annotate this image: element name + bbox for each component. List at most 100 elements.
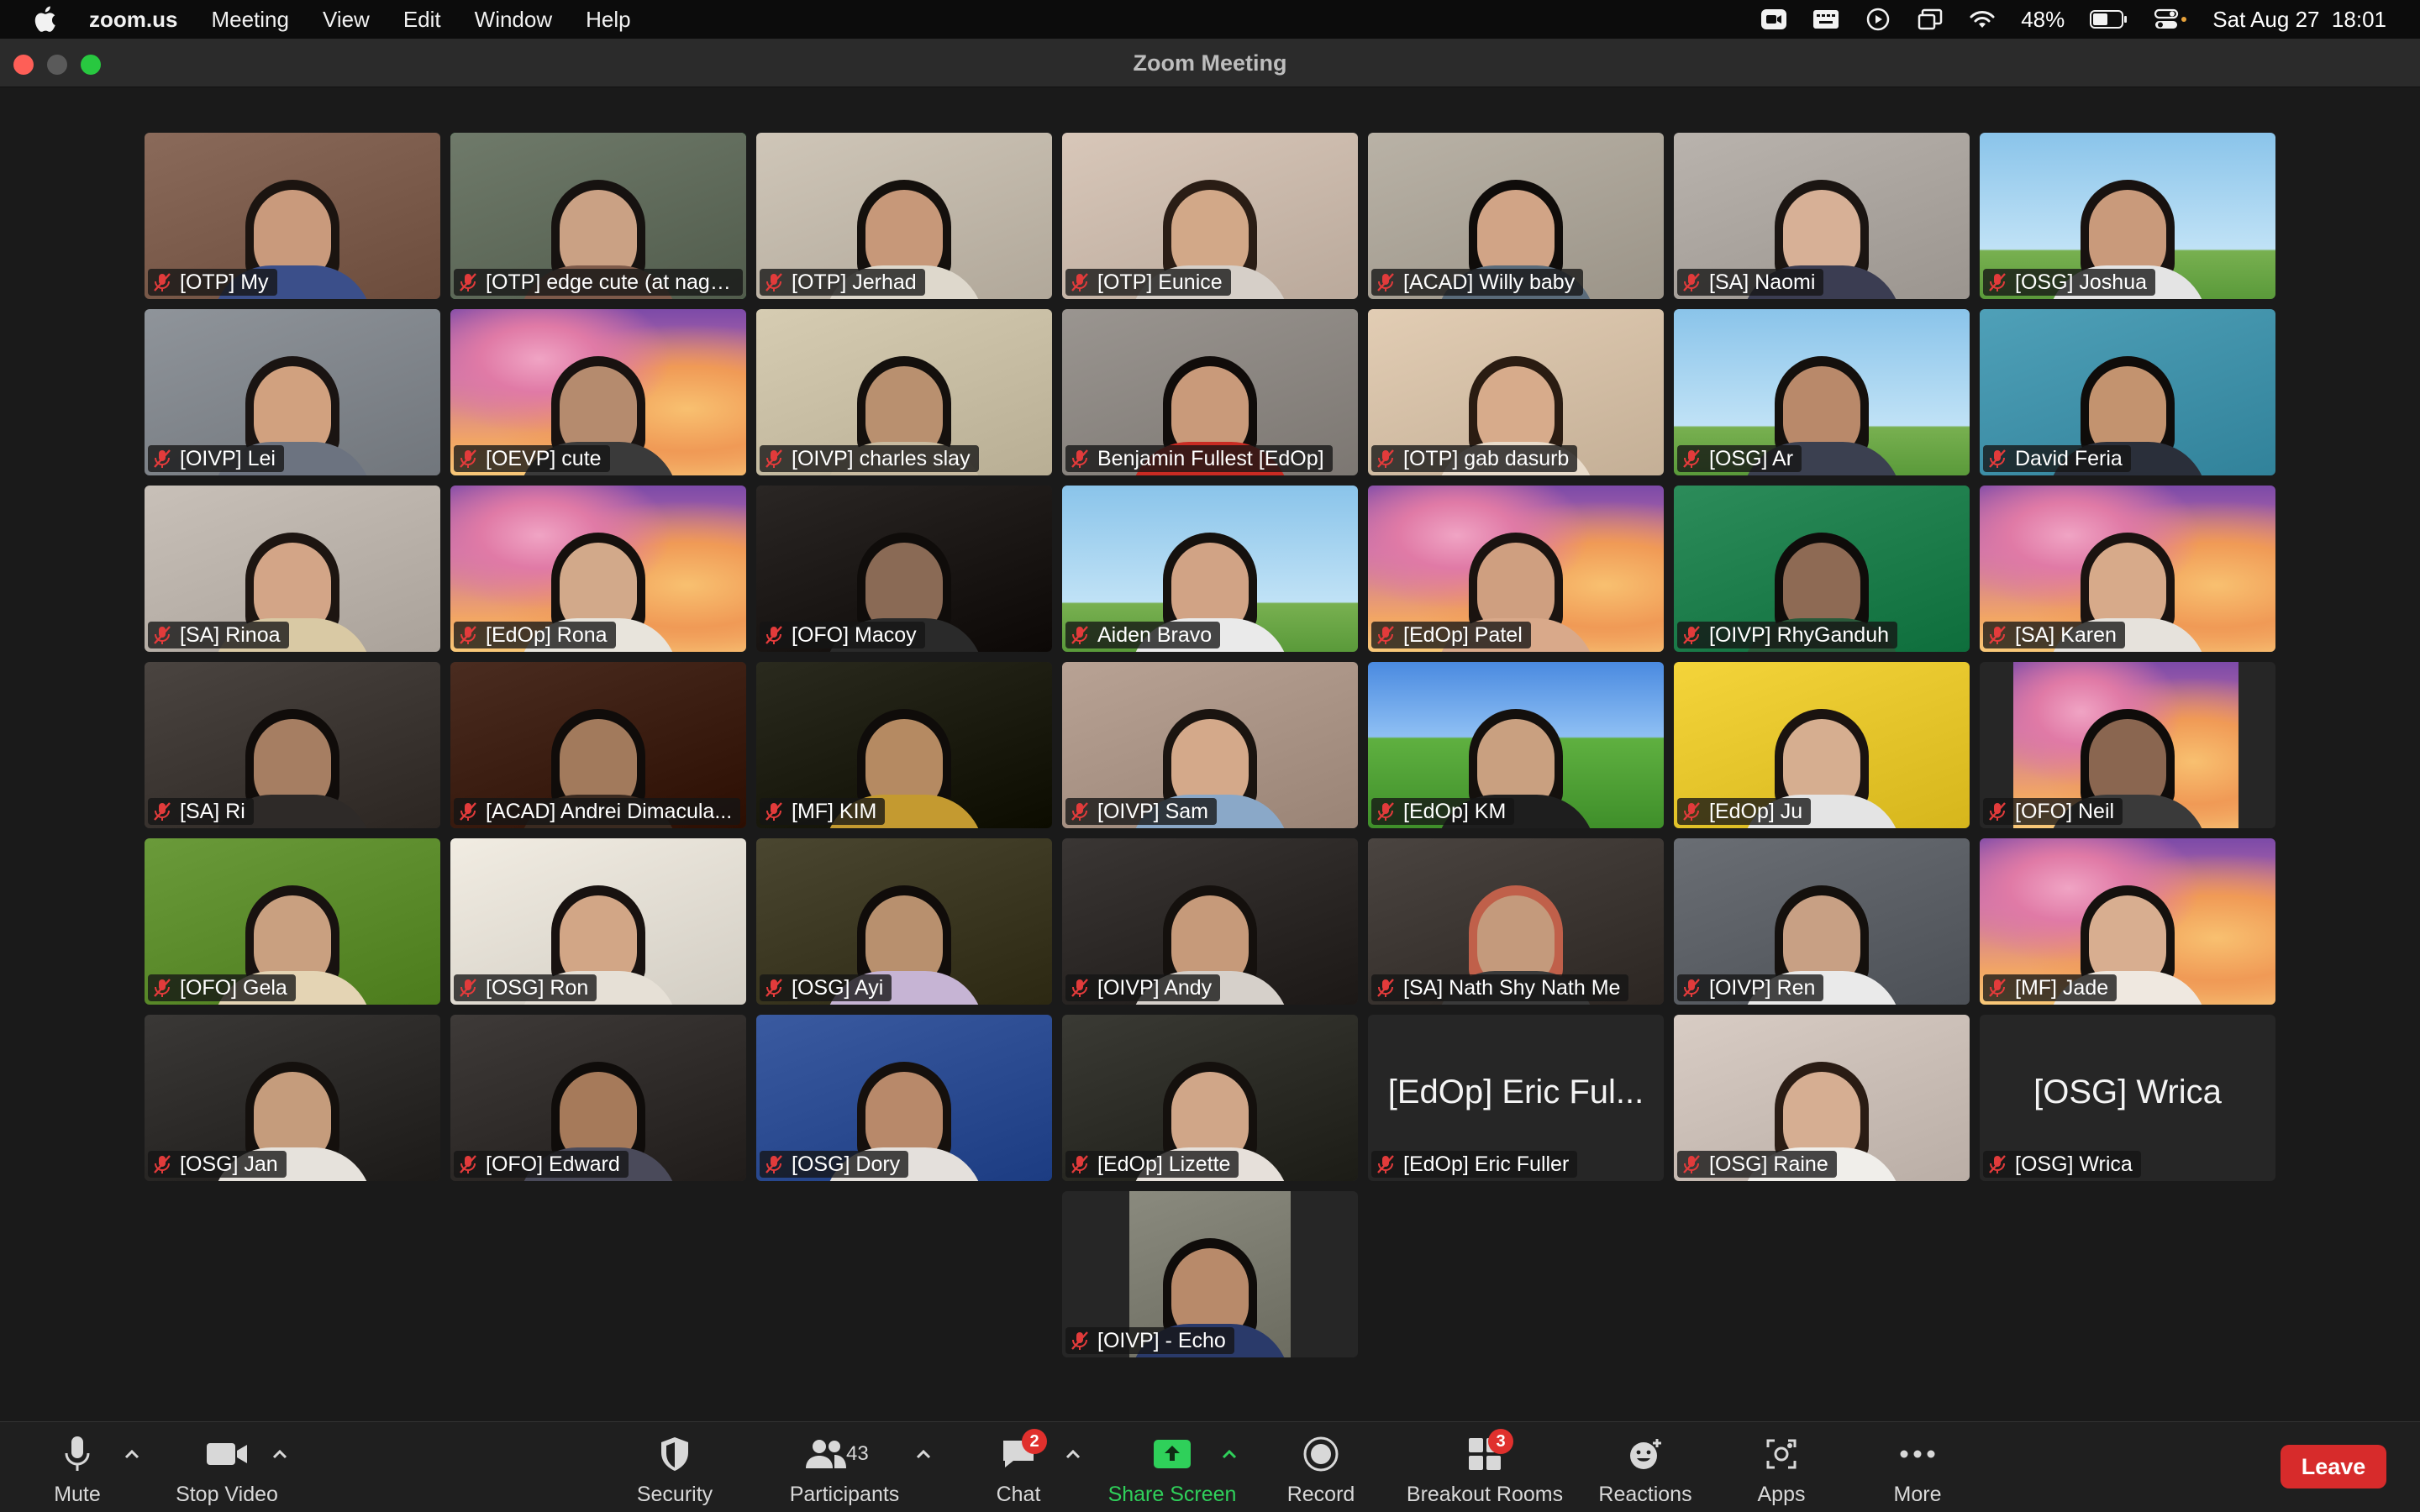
participant-tile[interactable]: [OSG] Joshua — [1980, 133, 2275, 299]
participants-options-chevron-icon[interactable] — [914, 1447, 933, 1461]
share-screen-button[interactable]: Share Screen — [1101, 1422, 1244, 1512]
participant-tile[interactable]: [SA] Karen — [1980, 486, 2275, 652]
participant-tile[interactable]: [SA] Naomi — [1674, 133, 1970, 299]
share-options-chevron-icon[interactable] — [1220, 1447, 1239, 1461]
participant-tile[interactable]: [MF] KIM — [756, 662, 1052, 828]
menu-edit[interactable]: Edit — [403, 7, 441, 33]
participant-name: [ACAD] Willy baby — [1403, 270, 1576, 294]
muted-microphone-icon — [765, 272, 783, 292]
participant-tile[interactable]: [OTP] Jerhad — [756, 133, 1052, 299]
participant-name: [OFO] Macoy — [792, 622, 917, 647]
muted-microphone-icon — [765, 1154, 783, 1174]
participant-tile[interactable]: [OSG] Raine — [1674, 1015, 1970, 1181]
security-button[interactable]: Security — [629, 1422, 721, 1512]
record-button[interactable]: Record — [1277, 1422, 1365, 1512]
leave-meeting-button[interactable]: Leave — [2281, 1445, 2386, 1488]
participant-tile[interactable]: [ACAD] Andrei Dimacula... — [450, 662, 746, 828]
participant-tile[interactable]: [EdOp] Patel — [1368, 486, 1664, 652]
media-play-icon[interactable] — [1865, 8, 1891, 31]
participant-tile[interactable]: [OSG] Ayi — [756, 838, 1052, 1005]
participant-tile[interactable]: [OIVP] Lei — [145, 309, 440, 475]
participant-tile[interactable]: Benjamin Fullest [EdOp] — [1062, 309, 1358, 475]
chat-label: Chat — [996, 1483, 1041, 1506]
control-center-icon[interactable] — [2154, 8, 2187, 31]
video-options-chevron-icon[interactable] — [271, 1447, 289, 1461]
participant-tile[interactable]: [OTP] edge cute (at nagha... — [450, 133, 746, 299]
participant-tile[interactable]: Aiden Bravo — [1062, 486, 1358, 652]
participant-tile[interactable]: [OSG] Wrica [OSG] Wrica — [1980, 1015, 2275, 1181]
participant-name-label: [SA] Naomi — [1677, 269, 1824, 296]
participant-tile[interactable]: [OIVP] charles slay — [756, 309, 1052, 475]
participant-tile[interactable]: [OIVP] Sam — [1062, 662, 1358, 828]
participant-name-label: [ACAD] Andrei Dimacula... — [454, 798, 741, 825]
participant-name-label: [OSG] Ayi — [760, 974, 892, 1001]
participant-tile[interactable]: [OFO] Gela — [145, 838, 440, 1005]
breakout-rooms-button[interactable]: 3 Breakout Rooms — [1403, 1422, 1566, 1512]
participant-tile[interactable]: David Feria — [1980, 309, 2275, 475]
apps-button[interactable]: Apps — [1748, 1422, 1815, 1512]
reactions-button[interactable]: Reactions — [1597, 1422, 1694, 1512]
participant-tile[interactable]: [OSG] Ar — [1674, 309, 1970, 475]
participant-tile[interactable]: [OTP] Eunice — [1062, 133, 1358, 299]
participant-name: [SA] Nath Shy Nath Me — [1403, 975, 1621, 1000]
menu-window[interactable]: Window — [475, 7, 552, 33]
participant-tile[interactable]: [MF] Jade — [1980, 838, 2275, 1005]
menu-help[interactable]: Help — [586, 7, 630, 33]
participants-count: 43 — [846, 1442, 869, 1465]
participant-tile[interactable]: [OFO] Edward — [450, 1015, 746, 1181]
menubar-clock[interactable]: Sat Aug 27 18:01 — [2212, 7, 2386, 33]
participant-tile[interactable]: [OSG] Ron — [450, 838, 746, 1005]
participant-tile[interactable]: [EdOp] Eric Ful... [EdOp] Eric Fuller — [1368, 1015, 1664, 1181]
battery-icon[interactable] — [2090, 8, 2128, 31]
security-label: Security — [636, 1483, 713, 1506]
participant-name: [OSG] Ar — [1709, 446, 1794, 470]
participant-tile[interactable]: [OIVP] - Echo — [1062, 1191, 1358, 1357]
participant-tile[interactable]: [OIVP] RhyGanduh — [1674, 486, 1970, 652]
participants-button[interactable]: 43 Participants — [781, 1422, 908, 1512]
participant-name-label: [EdOp] Lizette — [1065, 1151, 1239, 1178]
participant-tile[interactable]: [OIVP] Andy — [1062, 838, 1358, 1005]
wifi-icon[interactable] — [1969, 8, 1996, 31]
screen-mirroring-icon[interactable] — [1917, 8, 1944, 31]
muted-microphone-icon — [765, 801, 783, 822]
participant-tile[interactable]: [OEVP] cute — [450, 309, 746, 475]
participant-name-label: [OIVP] Ren — [1677, 974, 1824, 1001]
participant-tile[interactable]: [OIVP] Ren — [1674, 838, 1970, 1005]
participant-name: [OSG] Jan — [180, 1152, 278, 1176]
participant-tile[interactable]: [OSG] Jan — [145, 1015, 440, 1181]
apps-label: Apps — [1757, 1483, 1806, 1506]
participant-tile[interactable]: [OFO] Macoy — [756, 486, 1052, 652]
chat-options-chevron-icon[interactable] — [1064, 1447, 1082, 1461]
participant-tile[interactable]: [OTP] gab dasurb — [1368, 309, 1664, 475]
participant-name: David Feria — [2015, 446, 2123, 470]
stop-video-label: Stop Video — [176, 1483, 278, 1506]
participant-tile[interactable]: [EdOp] Ju — [1674, 662, 1970, 828]
participant-tile[interactable]: [EdOp] Rona — [450, 486, 746, 652]
stop-video-button[interactable]: Stop Video — [168, 1422, 286, 1512]
audio-options-chevron-icon[interactable] — [123, 1447, 141, 1461]
participant-tile[interactable]: [OFO] Neil — [1980, 662, 2275, 828]
participant-name-label: [SA] Rinoa — [148, 622, 289, 648]
chat-button[interactable]: 2 Chat — [983, 1422, 1054, 1512]
menu-app-name[interactable]: zoom.us — [89, 7, 177, 33]
zoom-camera-status-icon[interactable] — [1760, 8, 1787, 31]
participant-tile[interactable]: [SA] Nath Shy Nath Me — [1368, 838, 1664, 1005]
participant-tile[interactable]: [SA] Rinoa — [145, 486, 440, 652]
participant-tile[interactable]: [SA] Ri — [145, 662, 440, 828]
more-button[interactable]: More — [1884, 1422, 1951, 1512]
muted-microphone-icon — [459, 449, 477, 469]
participant-tile[interactable]: [EdOp] Lizette — [1062, 1015, 1358, 1181]
apple-logo-icon[interactable] — [30, 5, 59, 34]
participant-tile[interactable]: [OTP] My — [145, 133, 440, 299]
mute-button[interactable]: Mute — [44, 1422, 111, 1512]
participant-tile[interactable]: [ACAD] Willy baby — [1368, 133, 1664, 299]
keyboard-viewer-icon[interactable] — [1812, 8, 1839, 31]
muted-microphone-icon — [153, 272, 171, 292]
gallery-view: [OTP] My [OTP] edge cute (at nagha... [OTP… — [0, 87, 2420, 1421]
muted-microphone-icon — [153, 978, 171, 998]
muted-microphone-icon — [1988, 978, 2007, 998]
participant-tile[interactable]: [OSG] Dory — [756, 1015, 1052, 1181]
menu-view[interactable]: View — [323, 7, 370, 33]
menu-meeting[interactable]: Meeting — [211, 7, 289, 33]
participant-tile[interactable]: [EdOp] KM — [1368, 662, 1664, 828]
